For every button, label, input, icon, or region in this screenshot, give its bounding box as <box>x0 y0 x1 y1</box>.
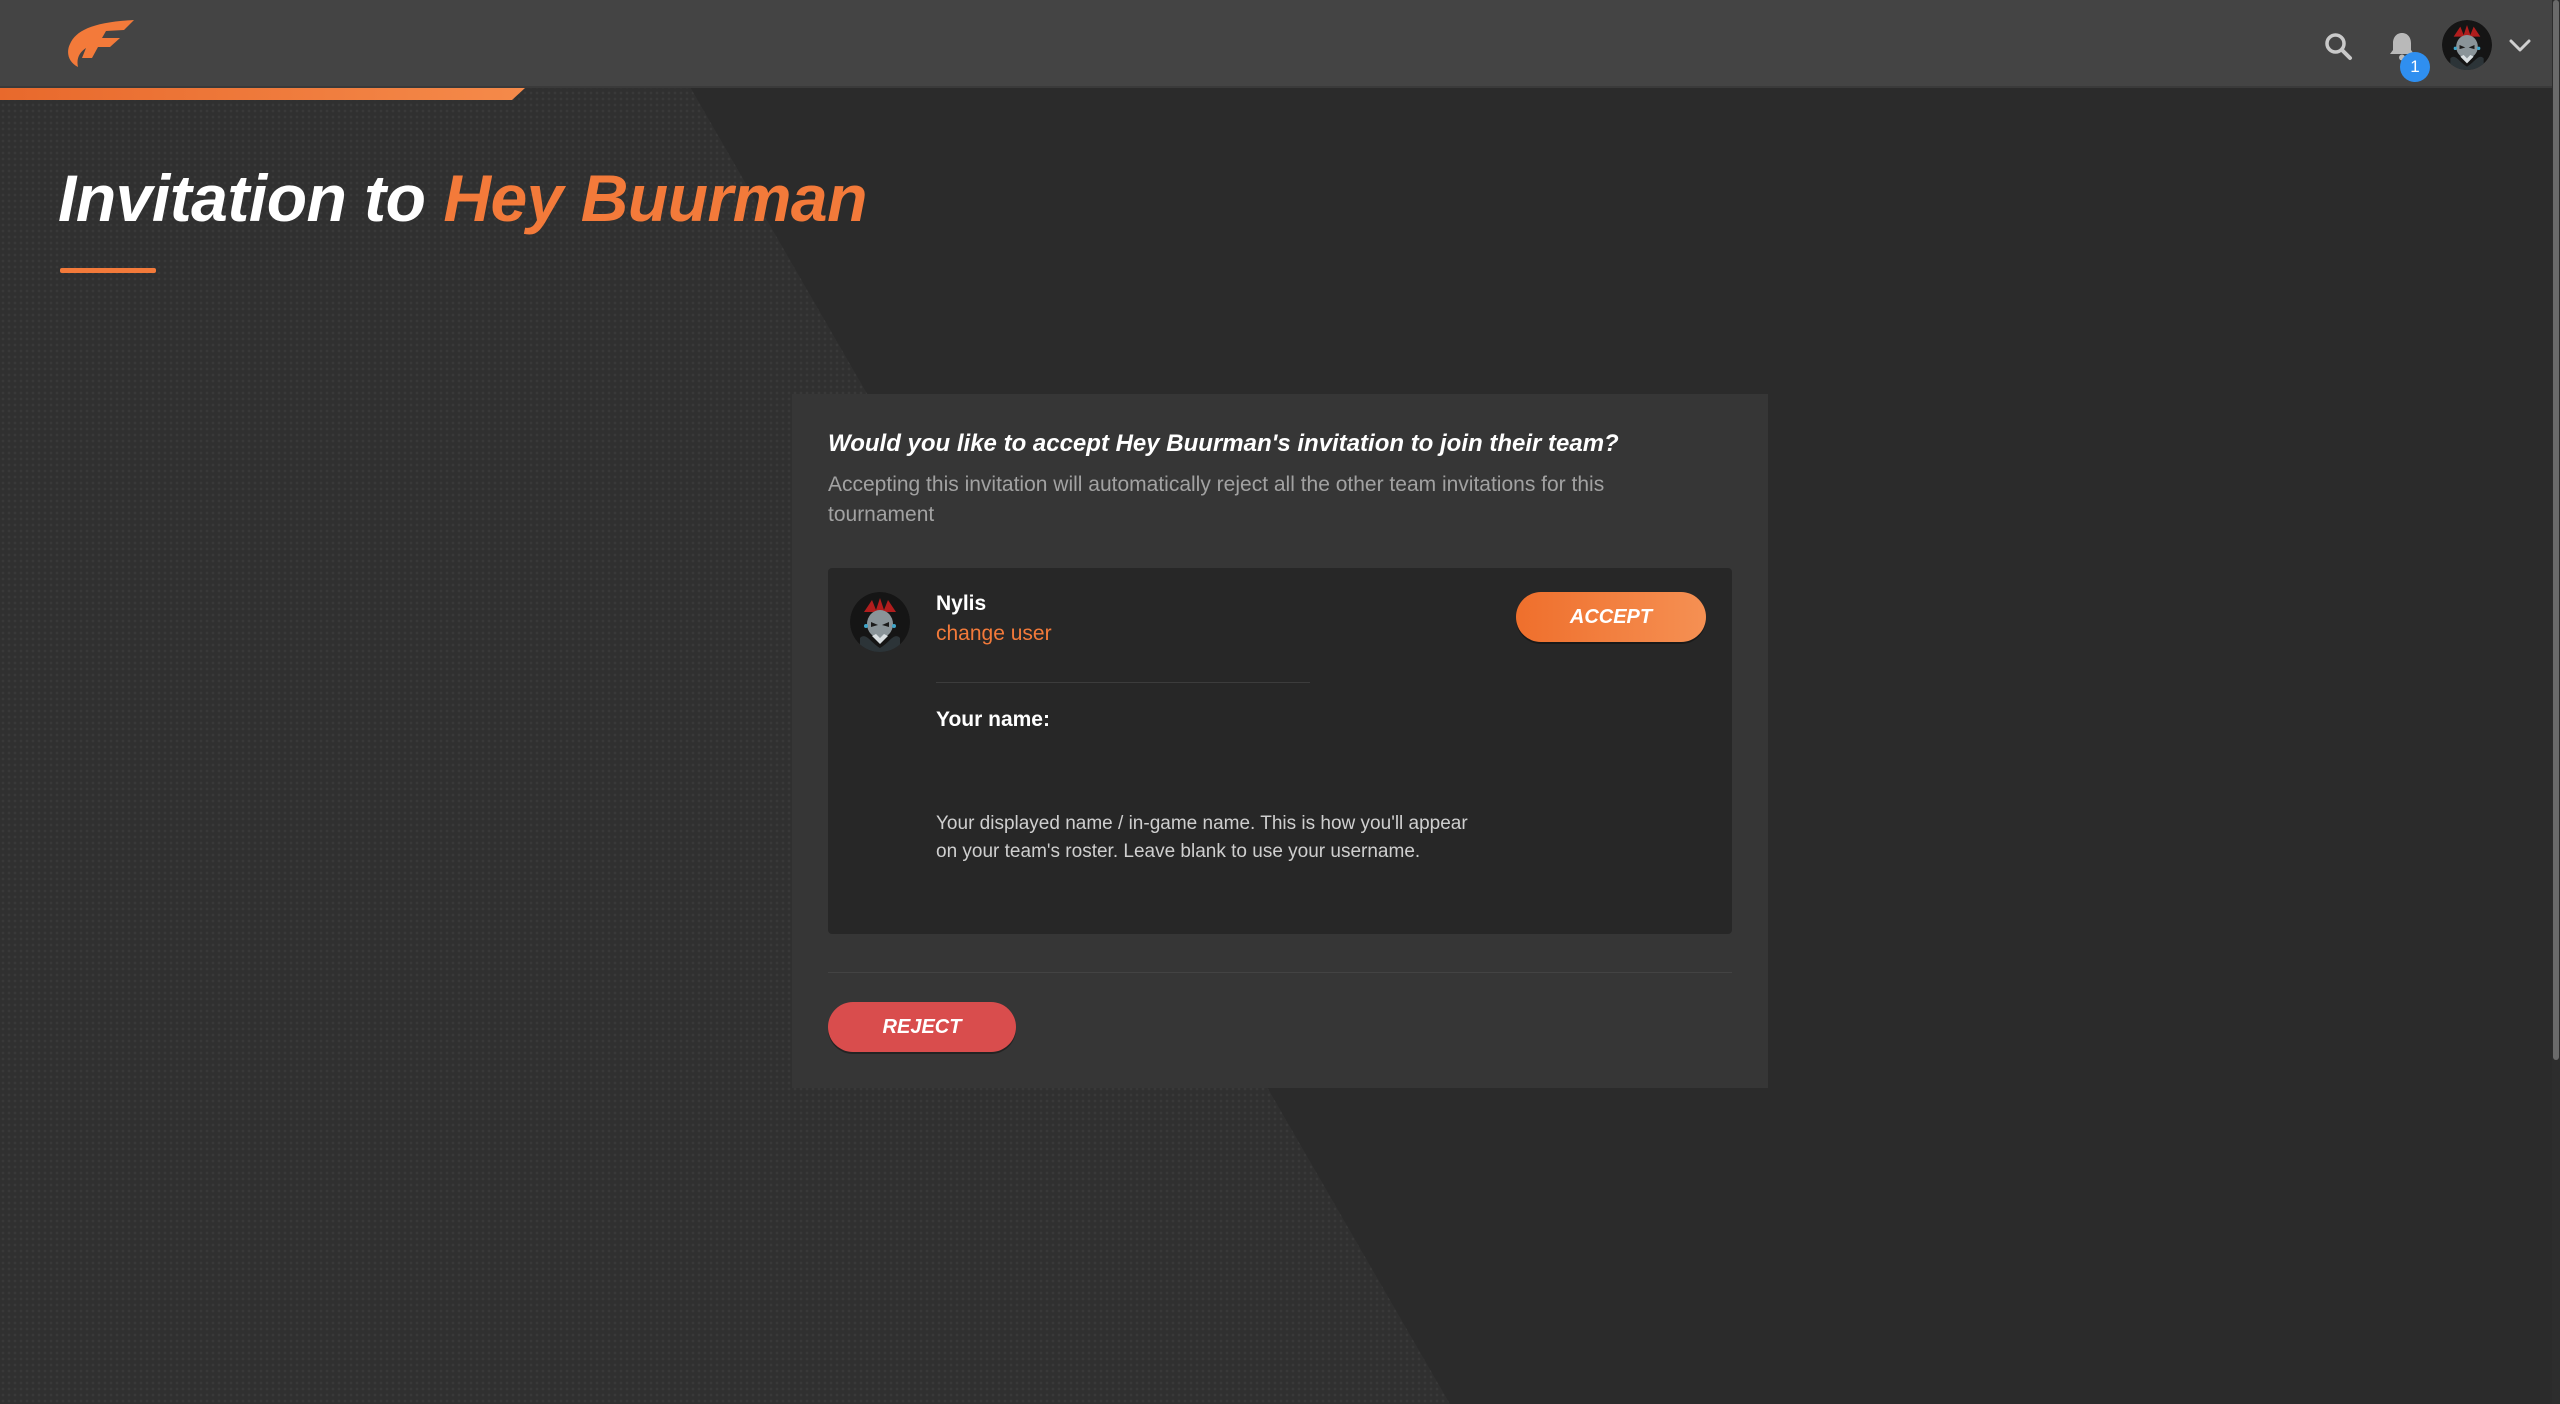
page-title-team: Hey Buurman <box>443 161 867 235</box>
divider <box>936 682 1310 683</box>
user-menu-toggle[interactable] <box>2502 28 2538 64</box>
reject-button[interactable]: REJECT <box>828 1002 1016 1052</box>
avatar-image <box>2442 20 2492 70</box>
divider <box>828 972 1732 973</box>
search-button[interactable] <box>2318 26 2358 66</box>
accept-button[interactable]: ACCEPT <box>1516 592 1706 642</box>
invitation-subtitle: Accepting this invitation will automatic… <box>828 473 1605 526</box>
name-field-label: Your name: <box>936 708 1050 731</box>
page: 1 Invitation to Hey Buurman Would you li… <box>0 0 2560 1404</box>
avatar-image <box>850 592 910 652</box>
title-underline <box>60 268 156 273</box>
user-avatar[interactable] <box>2442 20 2492 70</box>
invitation-question: Would you like to accept Hey Buurman's i… <box>828 430 1619 457</box>
scrollbar-thumb[interactable] <box>2553 0 2559 1060</box>
notification-badge[interactable]: 1 <box>2400 52 2430 82</box>
user-name: Nylis <box>936 592 987 615</box>
name-input[interactable] <box>936 744 1310 796</box>
invitation-card: Would you like to accept Hey Buurman's i… <box>792 394 1768 1088</box>
page-title: Invitation to Hey Buurman <box>58 160 867 236</box>
search-icon <box>2325 33 2352 60</box>
top-navigation-bar: 1 <box>0 0 2560 88</box>
header-accent-stripe <box>0 88 525 100</box>
chevron-down-icon <box>2509 39 2531 52</box>
brand-logo-icon[interactable] <box>62 18 136 70</box>
page-title-prefix: Invitation to <box>58 161 426 235</box>
avatar <box>850 592 910 652</box>
invitation-details-panel: Nylis change user ACCEPT Your name: Your… <box>828 568 1732 934</box>
name-field-help: Your displayed name / in-game name. This… <box>936 813 1468 862</box>
change-user-link[interactable]: change user <box>936 622 1052 646</box>
